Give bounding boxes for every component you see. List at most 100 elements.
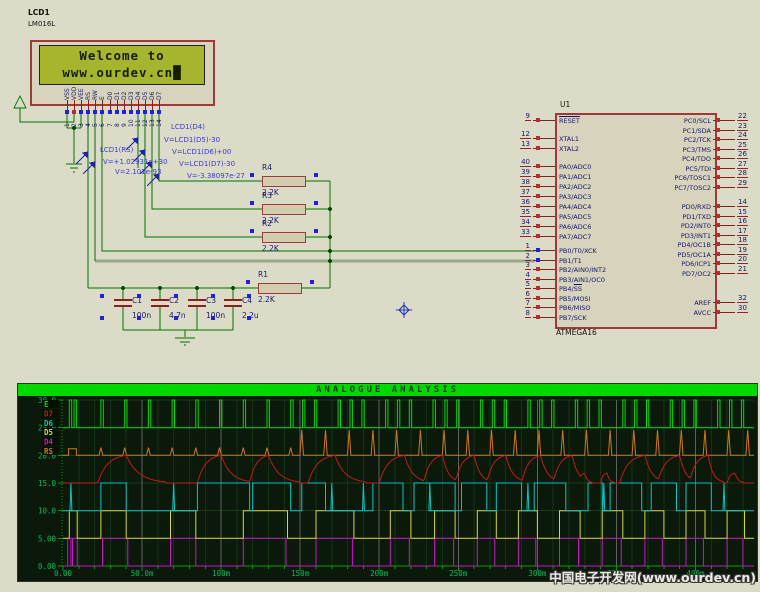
capacitor-terminal-square[interactable] [100,316,104,320]
resistor-terminal-square[interactable] [310,280,314,284]
probe-label[interactable]: V=+1.02931e+30 [103,158,168,166]
lcd-pin-square[interactable] [65,110,69,114]
mcu-pin-square[interactable] [716,271,720,275]
resistor-terminal-square[interactable] [314,173,318,177]
mcu-pin-square[interactable] [536,296,540,300]
mcu-pin-label: PD1/TXD [593,213,711,221]
mcu-pin-square[interactable] [716,156,720,160]
resistor-terminal-square[interactable] [250,201,254,205]
mcu-pin-square[interactable] [716,252,720,256]
mcu-pin-square[interactable] [536,136,540,140]
capacitor-terminal-square[interactable] [211,294,215,298]
lcd-pin-name: D3 [128,72,135,100]
resistor-terminal-square[interactable] [250,173,254,177]
capacitor-terminal-square[interactable] [137,316,141,320]
lcd-pin-square[interactable] [122,110,126,114]
resistor-terminal-square[interactable] [314,201,318,205]
mcu-pin-square[interactable] [536,194,540,198]
analogue-analysis-panel[interactable]: ANALOGUE ANALYSIS 0.005.0010.015.020.025… [18,384,757,581]
mcu-pin-square[interactable] [536,224,540,228]
mcu-pin-square[interactable] [716,185,720,189]
trace-D4 [63,538,754,566]
lcd-pin-square[interactable] [136,110,140,114]
probe-label[interactable]: V=LCD1(D6)+00 [172,148,231,156]
probe-label[interactable]: LCD1(D4) [171,123,205,131]
mcu-pin-square[interactable] [536,248,540,252]
mcu-pin-square[interactable] [716,310,720,314]
mcu-pin-square[interactable] [716,118,720,122]
mcu-pin-square[interactable] [536,234,540,238]
resistor-terminal-square[interactable] [246,280,250,284]
mcu-pin-square[interactable] [536,286,540,290]
mcu-pin-label: AVCC [593,309,711,317]
probe-label[interactable]: V=-3.38097e-27 [187,172,245,180]
mcu-pin-square[interactable] [536,214,540,218]
resistor-ref: R1 [258,270,268,279]
probe-label[interactable]: V=LCD1(D5)-30 [164,136,220,144]
resistor-body[interactable] [262,176,306,187]
mcu-pin-number: 18 [737,236,760,244]
mcu-pin-square[interactable] [716,204,720,208]
capacitor-terminal-square[interactable] [174,316,178,320]
probe-label[interactable]: LCD1(RS) [100,146,133,154]
lcd-pin-square[interactable] [150,110,154,114]
resistor-body[interactable] [262,204,306,215]
mcu-pin-square[interactable] [536,315,540,319]
lcd-pin-square[interactable] [72,110,76,114]
mcu-pin-square[interactable] [536,184,540,188]
mcu-pin-label: PC2/TCK [593,136,711,144]
origin-marker-icon [396,302,412,318]
trace-E [63,400,754,428]
mcu-pin-number: 27 [737,160,760,168]
mcu-pin-label: PA0/ADC0 [559,163,591,171]
mcu-pin-square[interactable] [716,223,720,227]
resistor-terminal-square[interactable] [314,229,318,233]
capacitor-terminal-square[interactable] [100,294,104,298]
lcd-pin-square[interactable] [129,110,133,114]
lcd-pin-square[interactable] [86,110,90,114]
waveform-plot[interactable]: 0.005.0010.015.020.025.030.00.0050.0m100… [18,396,757,581]
mcu-pin-square[interactable] [536,146,540,150]
resistor-body[interactable] [258,283,302,294]
mcu-pin-square[interactable] [536,258,540,262]
capacitor-terminal-square[interactable] [174,294,178,298]
lcd-pin-square[interactable] [93,110,97,114]
mcu-pin-square[interactable] [536,204,540,208]
lcd-pin-square[interactable] [79,110,83,114]
x-tick-label: 100m [212,569,231,578]
mcu-pin-square[interactable] [536,267,540,271]
mcu-pin-square[interactable] [716,300,720,304]
mcu-pin-square[interactable] [536,174,540,178]
mcu-pin-number: 15 [737,208,760,216]
lcd-pin-square[interactable] [115,110,119,114]
capacitor-terminal-square[interactable] [247,316,251,320]
probe-label[interactable]: V=2.101e-93 [115,168,161,176]
capacitor-terminal-square[interactable] [137,294,141,298]
probe-label[interactable]: V=LCD1(D7)-30 [179,160,235,168]
mcu-pin-number: 23 [737,122,760,130]
mcu-pin-square[interactable] [716,214,720,218]
lcd-ref: LCD1 [28,8,50,17]
mcu-pin-square[interactable] [716,242,720,246]
resistor-terminal-square[interactable] [250,229,254,233]
capacitor-terminal-square[interactable] [211,316,215,320]
capacitor-terminal-square[interactable] [247,294,251,298]
mcu-pin-square[interactable] [536,118,540,122]
resistor-body[interactable] [262,232,306,243]
lcd-pin-square[interactable] [108,110,112,114]
mcu-pin-square[interactable] [716,233,720,237]
mcu-pin-square[interactable] [536,305,540,309]
lcd-pin-square[interactable] [100,110,104,114]
mcu-pin-square[interactable] [716,261,720,265]
mcu-pin-square[interactable] [716,175,720,179]
mcu-pin-square[interactable] [716,137,720,141]
mcu-pin-square[interactable] [716,166,720,170]
mcu-pin-square[interactable] [716,128,720,132]
lcd-pin-square[interactable] [157,110,161,114]
mcu-pin-square[interactable] [716,147,720,151]
mcu-pin-square[interactable] [536,164,540,168]
lcd-pin-name: VEE [78,72,85,100]
lcd-pin-square[interactable] [143,110,147,114]
mcu-pin-square[interactable] [536,277,540,281]
mcu-pin-number: 17 [737,227,760,235]
